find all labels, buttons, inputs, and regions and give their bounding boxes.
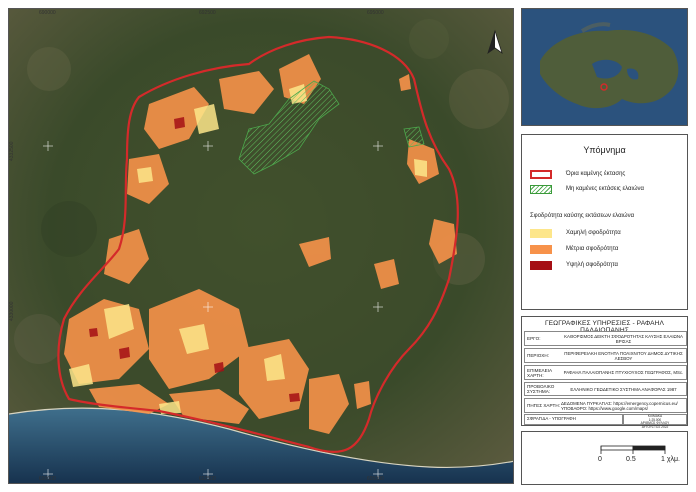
seal-signature-box: ΣΦΡΑΓΙΔΑ - ΥΠΟΓΡΑΦΗ (524, 414, 623, 425)
coord-bottom-2: 692500 (199, 476, 216, 482)
scale-tick-1: 0.5 (626, 456, 636, 463)
legend-item-unburnt: Μη καμένες εκτάσεις ελαιώνα (530, 183, 644, 195)
info-value: ΕΛΛΗΝΙΚΟ ΓΕΩΔΕΤΙΚΟ ΣΥΣΤΗΜΑ ΑΝΑΦΟΡΑΣ 1987 (570, 386, 677, 392)
burn-area-swatch (530, 169, 552, 179)
coord-top-3: 695000 (367, 10, 384, 16)
map-frame[interactable]: 690000 692500 695000 690000 692500 69500… (8, 8, 514, 484)
high-swatch (530, 260, 552, 270)
legend-label: Μέτρια σφοδρότητα (566, 246, 619, 252)
severity-subtitle: Σφοδρότητα καύσης εκτάσεων ελαιώνα (530, 213, 635, 219)
info-value: ΡΑΦΑΗΛ ΠΑΛΑΙΟΠΑΝΗΣ ΠΤΥΧΙΟΥΧΟΣ ΓΕΩΓΡΑΦΟΣ,… (563, 370, 684, 375)
scale-info-box: ΚΛΙΜΑΚΑ 1:25.000 ΑΡΙΘΜΟΣ ΦΥΛΛΟΥ ΑΥΓΟΥΣΤΟ… (623, 414, 687, 428)
coord-bottom-3: 695000 (367, 476, 384, 482)
title-block: ΓΕΩΓΡΑΦΙΚΕΣ ΥΠΗΡΕΣΙΕΣ - ΡΑΦΑΗΛ ΠΑΛΑΙΟΠΑΝ… (521, 316, 688, 428)
legend-item-high: Υψηλή σφοδρότητα (530, 259, 618, 271)
legend-label: Όρια καμένης έκτασης (566, 171, 626, 177)
coord-top-2: 692500 (199, 10, 216, 16)
date-value: ΑΥΓΟΥΣΤΟΣ 2022 (641, 424, 669, 429)
legend-label: Υψηλή σφοδρότητα (566, 262, 619, 268)
coord-bottom-1: 690000 (39, 476, 56, 482)
map-canvas[interactable] (9, 9, 514, 484)
info-row-area: ΠΕΡΙΟΧΗ: ΠΕΡΙΦΕΡΕΙΑΚΗ ΕΝΟΤΗΤΑ ΠΟΛΙΧΝΙΤΟΥ… (524, 348, 687, 363)
info-label: ΠΕΡΙΟΧΗ: (527, 353, 549, 358)
info-value: ΚΑΘΟΡΙΣΜΟΣ ΔΕΙΚΤΗ ΣΦΟΔΡΟΤΗΤΑΣ ΚΑΥΣΗΣ ΕΛΑ… (564, 333, 683, 344)
legend-label: Μη καμένες εκτάσεις ελαιώνα (566, 186, 644, 192)
north-arrow-icon (487, 29, 503, 55)
info-row-sources: ΠΗΓΕΣ ΧΑΡΤΗ: ΔΕΔΟΜΕΝΑ ΠΥΡΚΑΓΙΑΣ: https:/… (524, 398, 687, 413)
legend-title: Υπόμνημα (583, 145, 626, 155)
legend-item-medium: Μέτρια σφοδρότητα (530, 243, 618, 255)
info-row-project: ΕΡΓΟ: ΚΑΘΟΡΙΣΜΟΣ ΔΕΙΚΤΗ ΣΦΟΔΡΟΤΗΤΑΣ ΚΑΥΣ… (524, 331, 687, 346)
legend-panel: Υπόμνημα Όρια καμένης έκτασης Μη καμένες… (521, 134, 688, 310)
coord-left-2: 4330000 (9, 301, 15, 321)
info-label: ΠΗΓΕΣ ΧΑΡΤΗ: (527, 403, 560, 408)
info-label: ΕΡΓΟ: (527, 336, 541, 341)
legend-item-low: Χαμηλή σφοδρότητα (530, 227, 621, 239)
coord-left-1: 4332500 (9, 141, 15, 161)
scalebar-panel: 0 0.5 1 χλμ. (521, 431, 688, 485)
info-value: ΔΕΔΟΜΕΝΑ ΠΥΡΚΑΓΙΑΣ: https://emergency.co… (561, 400, 678, 411)
unburnt-swatch (530, 184, 552, 194)
scale-tick-0: 0 (598, 456, 602, 463)
coord-top-1: 690000 (39, 10, 56, 16)
scale-tick-2: 1 χλμ. (661, 456, 680, 463)
info-label: ΕΠΙΜΕΛΕΙΑ ΧΑΡΤΗ: (527, 367, 552, 378)
inset-map[interactable] (521, 8, 688, 126)
inset-map-canvas (522, 9, 687, 125)
info-value: ΠΕΡΙΦΕΡΕΙΑΚΗ ΕΝΟΤΗΤΑ ΠΟΛΙΧΝΙΤΟΥ ΔΗΜΟΣ ΔΥ… (564, 350, 683, 361)
info-row-projection: ΠΡΟΒΟΛΙΚΟ ΣΥΣΤΗΜΑ: ΕΛΛΗΝΙΚΟ ΓΕΩΔΕΤΙΚΟ ΣΥ… (524, 382, 687, 396)
legend-item-burn-area: Όρια καμένης έκτασης (530, 168, 625, 180)
medium-swatch (530, 244, 552, 254)
info-row-author: ΕΠΙΜΕΛΕΙΑ ΧΑΡΤΗ: ΡΑΦΑΗΛ ΠΑΛΑΙΟΠΑΝΗΣ ΠΤΥΧ… (524, 365, 687, 380)
legend-label: Χαμηλή σφοδρότητα (566, 230, 621, 236)
low-swatch (530, 228, 552, 238)
info-label: ΠΡΟΒΟΛΙΚΟ ΣΥΣΤΗΜΑ: (527, 384, 555, 394)
